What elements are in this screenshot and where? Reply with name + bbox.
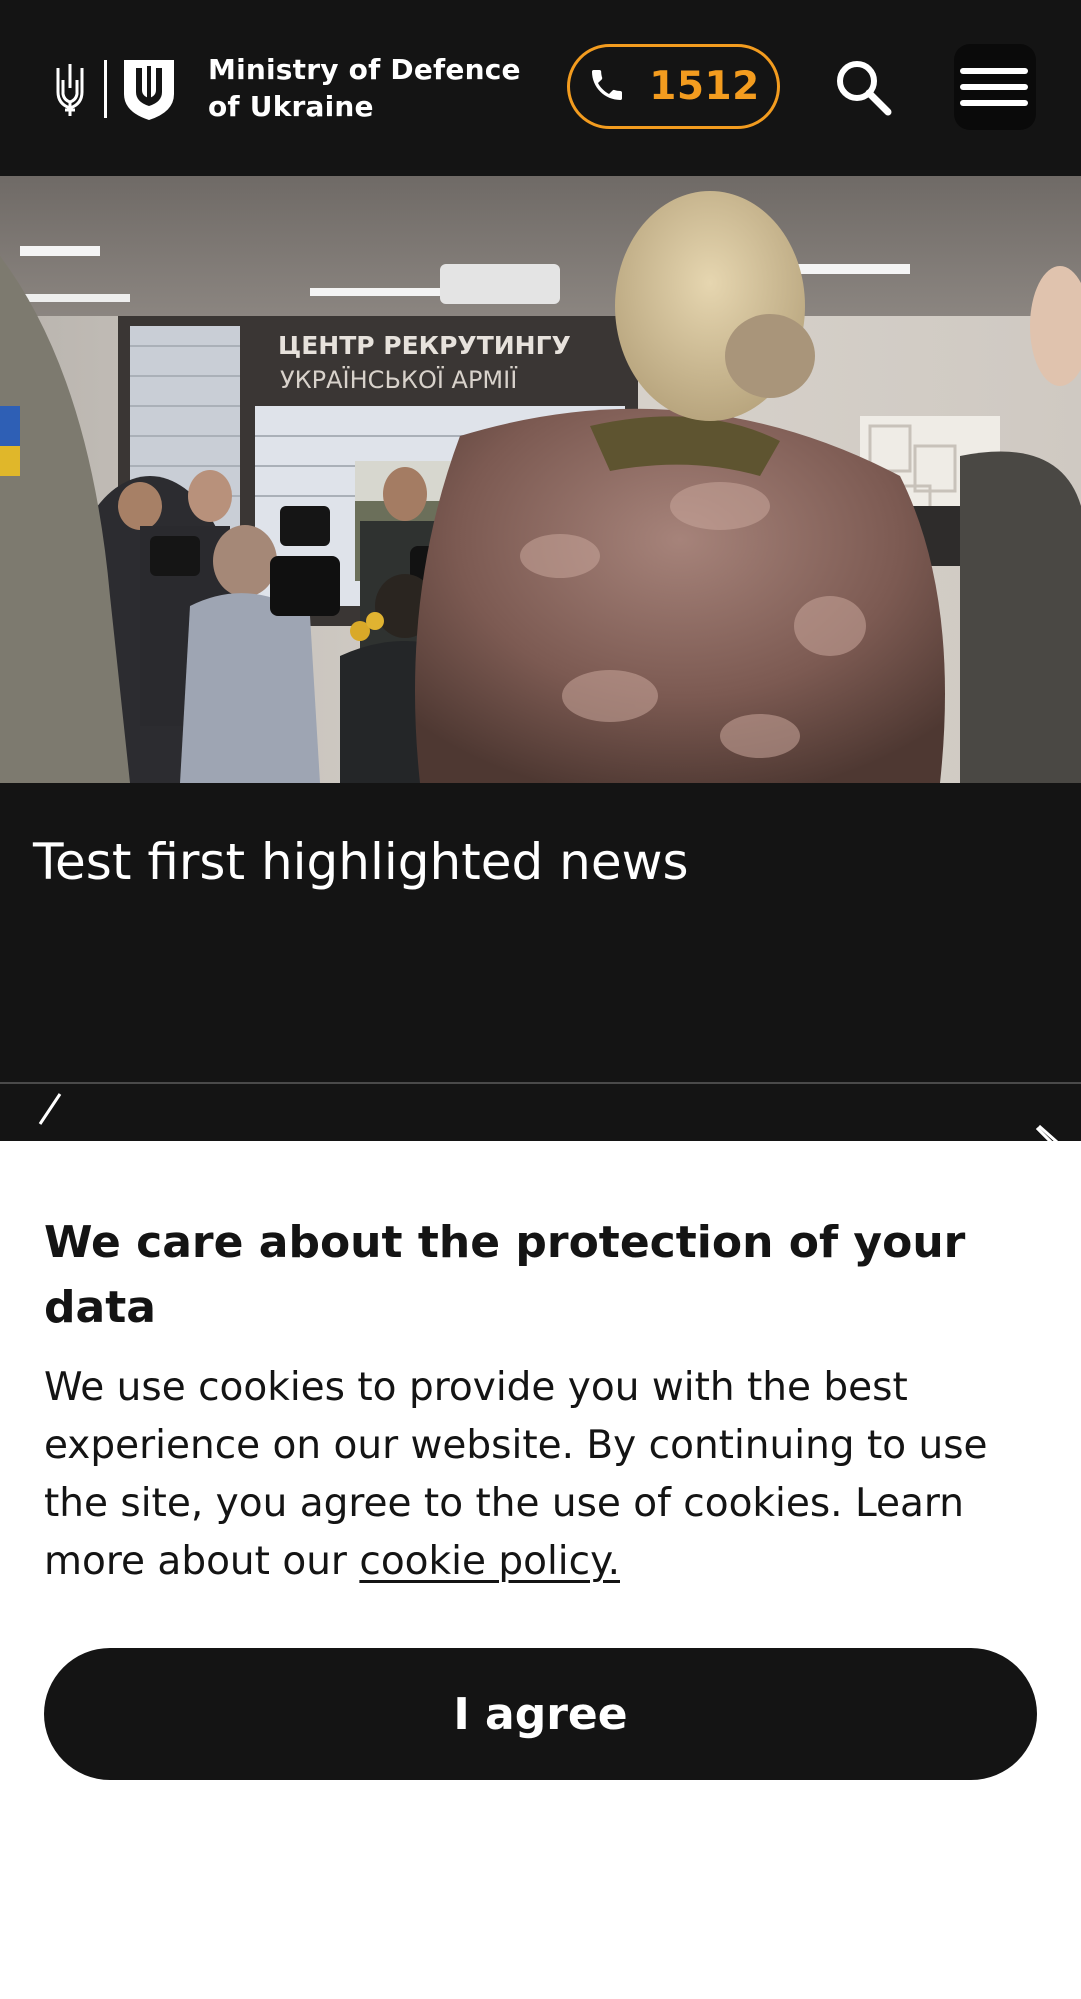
agree-button[interactable]: I agree	[44, 1648, 1037, 1780]
site-header: Ministry of Defence of Ukraine 1512	[0, 0, 1081, 176]
menu-button[interactable]	[954, 44, 1036, 130]
search-icon	[837, 61, 892, 116]
chevron-right-icon	[1035, 1124, 1059, 1150]
hotline-button[interactable]: 1512	[567, 44, 780, 129]
chevron-left-icon	[38, 1093, 62, 1125]
trident-icon	[56, 64, 84, 116]
brand-line-1: Ministry of Defence	[208, 53, 521, 86]
brand-line-2: of Ukraine	[208, 90, 374, 123]
shield-emblem-icon	[124, 60, 174, 120]
hotline-number: 1512	[649, 64, 760, 109]
site-brand-name[interactable]: Ministry of Defence of Ukraine	[208, 51, 521, 125]
photo-sign-line-2: УКРАЇНСЬКОЇ АРМІЇ	[280, 365, 518, 394]
photo-sign-line-1: ЦЕНТР РЕКРУТИНГУ	[278, 331, 571, 360]
logo[interactable]	[52, 58, 176, 120]
cookie-banner-text: We use cookies to provide you with the b…	[44, 1359, 1054, 1591]
slider-prev-button[interactable]	[30, 1084, 70, 1144]
cookie-banner-title: We care about the protection of your dat…	[44, 1217, 966, 1333]
cookie-policy-link[interactable]: cookie policy.	[359, 1539, 620, 1584]
news-divider	[0, 1082, 1081, 1084]
search-button[interactable]	[832, 56, 896, 120]
logo-divider	[104, 60, 107, 118]
hero-news-photo[interactable]: ЦЕНТР РЕКРУТИНГУ УКРАЇНСЬКОЇ АРМІЇ	[0, 176, 1081, 783]
cookie-consent-banner: We care about the protection of your dat…	[0, 1141, 1081, 1999]
highlighted-news: Test first highlighted news	[0, 783, 1081, 1082]
news-title[interactable]: Test first highlighted news	[33, 831, 689, 893]
slider-next-button[interactable]	[1027, 1084, 1067, 1150]
phone-icon	[587, 65, 627, 109]
